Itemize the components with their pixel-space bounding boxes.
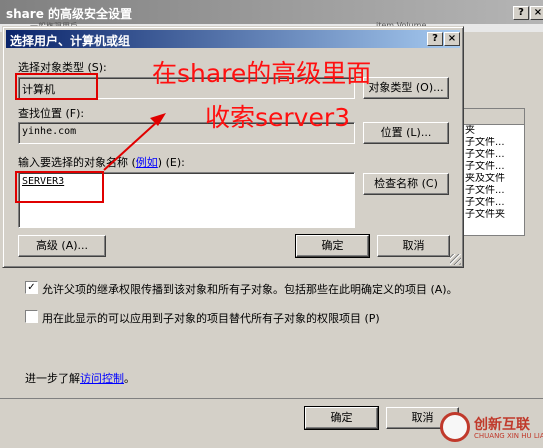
arrow-head xyxy=(150,113,166,126)
watermark-sub: CHUANG XIN HU LIAN xyxy=(474,432,543,440)
watermark-logo-icon xyxy=(440,412,470,442)
annotation-line-1: 在share的高级里面 xyxy=(152,59,372,88)
arrow-shaft xyxy=(103,120,159,171)
annotation-line-2: 收索server3 xyxy=(205,103,351,132)
watermark-brand: 创新互联 xyxy=(474,417,530,433)
